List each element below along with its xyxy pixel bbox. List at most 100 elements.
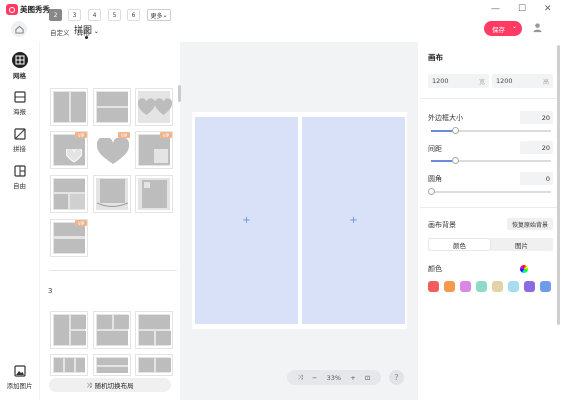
- layout-template[interactable]: [93, 88, 131, 126]
- layout-template[interactable]: [50, 88, 88, 126]
- layout-template-vip[interactable]: VIP: [135, 131, 173, 169]
- color-swatch[interactable]: [540, 281, 551, 292]
- home-icon: [14, 25, 24, 34]
- help-button[interactable]: ?: [389, 370, 404, 385]
- stitch-icon: [13, 128, 26, 140]
- section-label: 3: [48, 287, 53, 295]
- user-avatar-button[interactable]: [532, 22, 543, 35]
- canvas-height-value: 1200: [496, 77, 513, 85]
- background-type-toggle: 颜色 图片: [428, 238, 553, 251]
- more-button[interactable]: 更多 ⌄: [147, 9, 171, 21]
- outer-border-value[interactable]: 20: [520, 111, 553, 124]
- vip-badge: VIP: [160, 132, 172, 138]
- outer-border-label: 外边框大小: [428, 114, 463, 122]
- subtab-irregular[interactable]: 异形: [77, 27, 90, 37]
- color-swatch[interactable]: [444, 281, 455, 292]
- count-tab-5[interactable]: 5: [108, 9, 121, 21]
- vip-badge: VIP: [75, 220, 87, 226]
- spacing-slider[interactable]: [431, 157, 551, 164]
- layout-template[interactable]: [93, 311, 131, 349]
- subtab-custom[interactable]: 自定义: [50, 27, 70, 37]
- outer-border-slider[interactable]: [431, 127, 551, 134]
- layout-template[interactable]: [135, 354, 173, 376]
- add-image-button[interactable]: 添加图片: [0, 364, 39, 390]
- canvas-width-input[interactable]: 1200 宽: [428, 74, 489, 88]
- image-slot-1[interactable]: +: [195, 117, 298, 324]
- rail-item-freeform[interactable]: 自由: [0, 164, 39, 190]
- save-button-label: 保存: [492, 25, 505, 34]
- layout-template[interactable]: [135, 175, 173, 213]
- count-tab-2[interactable]: 2: [49, 9, 62, 21]
- corner-radius-value[interactable]: 0: [520, 172, 553, 185]
- tab-image[interactable]: 图片: [491, 239, 552, 250]
- spacing-label: 间距: [428, 145, 442, 153]
- color-picker-button[interactable]: [520, 263, 553, 274]
- zoom-in-icon[interactable]: +: [350, 374, 355, 382]
- rail-item-grid[interactable]: 网格: [0, 52, 39, 80]
- minimize-icon[interactable]: —: [491, 4, 500, 14]
- canvas-height-unit: 高: [542, 79, 549, 86]
- save-button[interactable]: 保存 ⌄: [484, 21, 522, 36]
- chevron-down-icon: ⌄: [92, 28, 99, 35]
- corner-radius-label: 圆角: [428, 175, 442, 183]
- restore-background-button[interactable]: 恢复原始背景: [507, 218, 553, 230]
- rail-item-label: 拼接: [13, 145, 26, 153]
- outer-border-slider-knob[interactable]: [452, 127, 459, 134]
- color-wheel-icon: [520, 264, 528, 273]
- app-name: 美图秀秀: [20, 5, 50, 14]
- add-image-label: 添加图片: [6, 382, 33, 390]
- home-button[interactable]: [11, 21, 27, 37]
- count-tab-4[interactable]: 4: [88, 9, 101, 21]
- layout-template[interactable]: [50, 311, 88, 349]
- spacing-slider-knob[interactable]: [452, 157, 459, 164]
- canvas-width-unit: 宽: [478, 79, 485, 86]
- layout-template-vip[interactable]: VIP: [94, 132, 130, 168]
- color-swatch[interactable]: [508, 281, 519, 292]
- layout-template[interactable]: [93, 175, 131, 213]
- color-swatch[interactable]: [524, 281, 535, 292]
- left-rail: 网格 海报 拼接 自由 添加图片: [0, 42, 39, 400]
- shuffle-icon: ⤨: [86, 380, 92, 389]
- maximize-icon[interactable]: ☐: [518, 4, 526, 14]
- zoom-bar: ⤨ − 33% + ⊡: [287, 370, 381, 385]
- color-swatch[interactable]: [460, 281, 471, 292]
- chevron-down-icon: ⌄: [162, 11, 168, 19]
- color-swatch[interactable]: [476, 281, 487, 292]
- zoom-out-icon[interactable]: −: [312, 374, 317, 382]
- rail-item-stitch[interactable]: 拼接: [0, 127, 39, 153]
- fit-screen-icon[interactable]: ⊡: [365, 374, 370, 382]
- app-logo-icon: [6, 4, 18, 15]
- corner-radius-slider-knob[interactable]: [428, 188, 435, 195]
- corner-radius-slider[interactable]: [428, 188, 551, 195]
- count-tab-3[interactable]: 3: [68, 9, 81, 21]
- properties-scrollbar[interactable]: [557, 45, 560, 325]
- rail-item-poster[interactable]: 海报: [0, 90, 39, 116]
- layout-template[interactable]: [93, 354, 131, 376]
- chevron-down-icon[interactable]: ⌄: [512, 23, 517, 30]
- layout-template-vip[interactable]: VIP: [50, 219, 88, 257]
- heart-icon: [97, 138, 129, 164]
- close-icon[interactable]: ✕: [544, 4, 552, 14]
- layout-template[interactable]: [135, 311, 173, 349]
- layout-template-vip[interactable]: VIP: [50, 131, 88, 169]
- rail-item-label: 自由: [13, 182, 26, 190]
- canvas-height-input[interactable]: 1200 高: [492, 74, 553, 88]
- color-swatch[interactable]: [492, 281, 503, 292]
- image-icon: [13, 365, 26, 377]
- canvas-background-label: 画布背景: [428, 221, 456, 229]
- spacing-value[interactable]: 20: [520, 141, 553, 154]
- grid-icon: [11, 52, 28, 68]
- poster-icon: [13, 91, 26, 103]
- tab-color[interactable]: 颜色: [429, 239, 490, 250]
- count-tab-6[interactable]: 6: [127, 9, 140, 21]
- plus-icon: +: [349, 215, 358, 226]
- layout-template[interactable]: [50, 175, 88, 213]
- layout-template-hearts[interactable]: [135, 88, 173, 126]
- shuffle-icon[interactable]: ⤨: [298, 373, 303, 382]
- layout-template[interactable]: [50, 354, 88, 376]
- shuffle-layout-button[interactable]: ⤨ 随机切换布局: [49, 378, 171, 392]
- canvas-width-value: 1200: [432, 77, 449, 85]
- color-swatch[interactable]: [428, 281, 439, 292]
- image-slot-2[interactable]: +: [302, 117, 405, 324]
- divider: [420, 98, 560, 99]
